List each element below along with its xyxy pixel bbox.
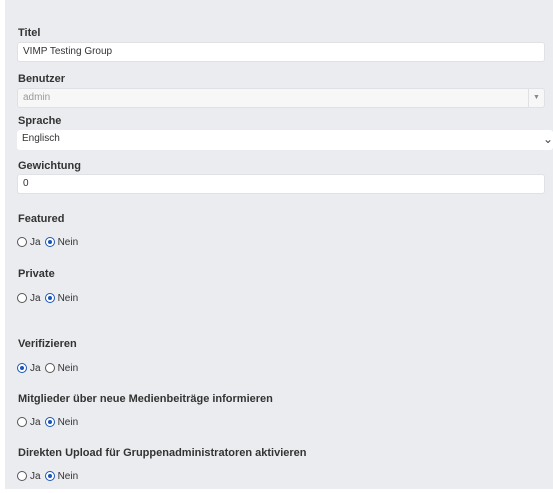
radio-unchecked-icon[interactable] <box>44 363 55 373</box>
private-option-ja[interactable]: Ja <box>17 293 41 304</box>
featured-radio-group: Ja Nein <box>17 235 82 249</box>
radio-unchecked-icon[interactable] <box>17 417 27 427</box>
notify-option-ja[interactable]: Ja <box>17 417 41 428</box>
direct-upload-radio-group: Ja Nein <box>17 469 82 483</box>
weight-label: Gewichtung <box>18 160 81 172</box>
verify-option-ja[interactable]: Ja <box>17 363 41 374</box>
language-select[interactable]: Englisch ⌄ <box>17 130 553 150</box>
radio-checked-icon[interactable] <box>44 293 55 303</box>
private-option-nein[interactable]: Nein <box>44 293 78 304</box>
chevron-down-icon: ⌄ <box>542 132 553 146</box>
user-label: Benutzer <box>18 73 66 85</box>
direct-upload-option-ja[interactable]: Ja <box>17 471 41 482</box>
notify-label: Mitglieder über neue Medienbeiträge info… <box>18 393 273 405</box>
title-label: Titel <box>18 27 41 39</box>
radio-checked-icon[interactable] <box>17 363 27 373</box>
radio-unchecked-icon[interactable] <box>17 293 27 303</box>
title-input[interactable]: VIMP Testing Group <box>17 42 545 62</box>
language-select-value: Englisch <box>22 133 60 144</box>
direct-upload-label: Direkten Upload für Gruppenadministrator… <box>18 447 307 459</box>
weight-input[interactable]: 0 <box>17 174 545 194</box>
group-settings-panel: Titel VIMP Testing Group Benutzer admin … <box>5 0 553 489</box>
verify-radio-group: Ja Nein <box>17 361 82 375</box>
verify-label: Verifizieren <box>18 338 77 350</box>
chevron-down-icon: ▼ <box>528 89 544 107</box>
private-label: Private <box>18 268 55 280</box>
direct-upload-option-nein[interactable]: Nein <box>44 471 78 482</box>
notify-option-nein[interactable]: Nein <box>44 417 78 428</box>
radio-checked-icon[interactable] <box>44 237 55 247</box>
user-select-value: admin <box>23 92 51 103</box>
featured-option-nein[interactable]: Nein <box>44 237 78 248</box>
user-select[interactable]: admin ▼ <box>17 88 545 108</box>
featured-option-ja[interactable]: Ja <box>17 237 41 248</box>
radio-checked-icon[interactable] <box>44 471 55 481</box>
radio-checked-icon[interactable] <box>44 417 55 427</box>
radio-unchecked-icon[interactable] <box>17 237 27 247</box>
featured-label: Featured <box>18 213 65 225</box>
verify-option-nein[interactable]: Nein <box>44 363 78 374</box>
language-label: Sprache <box>18 115 62 127</box>
private-radio-group: Ja Nein <box>17 291 82 305</box>
radio-unchecked-icon[interactable] <box>17 471 27 481</box>
notify-radio-group: Ja Nein <box>17 415 82 429</box>
